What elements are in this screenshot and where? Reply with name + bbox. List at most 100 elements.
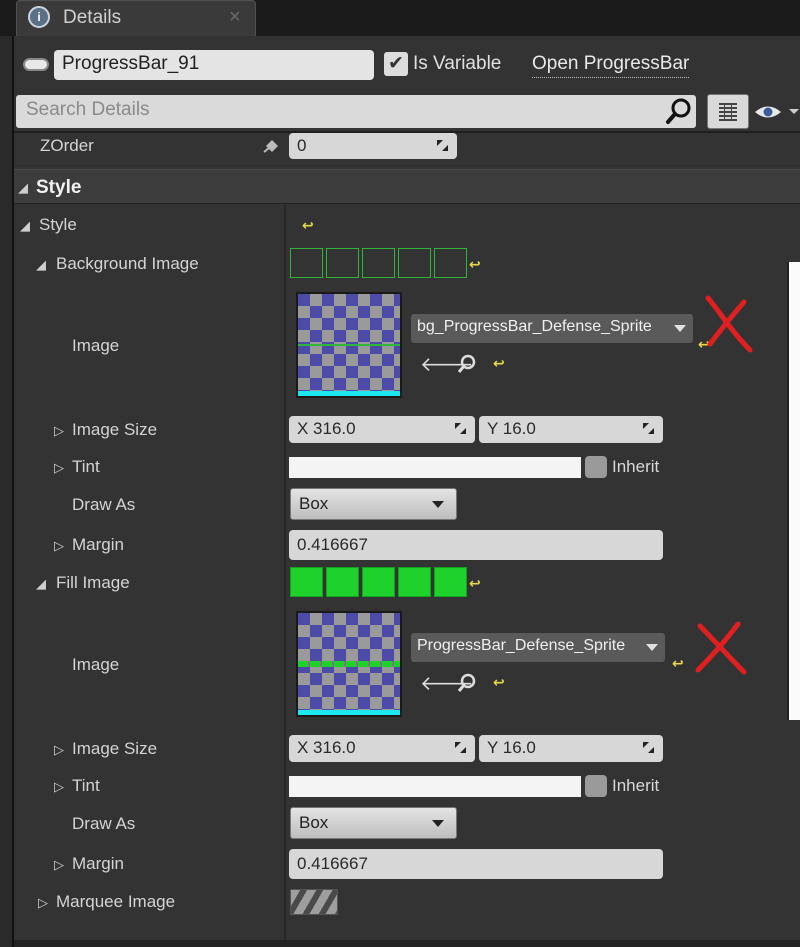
tab-details[interactable]: i Details × <box>16 0 256 36</box>
fill-size-y-value: Y 16.0 <box>487 738 536 757</box>
resize-arrow-icon <box>455 742 466 753</box>
browse-search-icon[interactable] <box>457 354 477 374</box>
browse-search-icon[interactable] <box>457 673 477 693</box>
fill-asset-dropdown[interactable]: ProgressBar_Defense_Sprite <box>411 633 665 662</box>
reset-to-default-icon[interactable]: ↩ <box>672 655 684 672</box>
divider <box>14 165 800 166</box>
is-variable-checkbox[interactable]: ✔ <box>384 52 408 76</box>
bg-image-size-label: Image Size <box>72 420 158 439</box>
column-separator[interactable] <box>284 205 286 941</box>
reset-to-default-icon[interactable]: ↩ <box>469 256 481 273</box>
bg-inherit-checkbox[interactable] <box>585 456 607 478</box>
fill-tile-preview[interactable] <box>290 567 467 597</box>
fill-image-size-label: Image Size <box>72 739 158 758</box>
collapse-triangle-icon[interactable]: ◢ <box>36 576 46 592</box>
section-title: Style <box>36 177 82 198</box>
tile <box>398 567 431 597</box>
bg-size-y-value: Y 16.0 <box>487 419 536 438</box>
zorder-field[interactable]: 0 <box>289 133 457 159</box>
fill-margin-label: Margin <box>72 854 124 873</box>
fill-size-x-value: X 316.0 <box>297 738 356 757</box>
collapse-triangle-icon[interactable]: ◢ <box>18 180 28 196</box>
chevron-down-icon <box>432 820 444 827</box>
fill-image-thumbnail[interactable] <box>296 611 402 717</box>
open-progressbar-link[interactable]: Open ProgressBar <box>532 53 690 78</box>
resize-arrow-icon <box>643 742 654 753</box>
bg-asset-name: bg_ProgressBar_Defense_Sprite <box>417 318 652 335</box>
fill-tint-color-swatch[interactable] <box>289 776 581 797</box>
search-input[interactable]: Search Details <box>16 95 696 128</box>
resize-arrow-icon <box>437 140 448 151</box>
bg-draw-as-label: Draw As <box>72 495 136 514</box>
bg-inherit-label: Inherit <box>612 457 660 476</box>
expand-triangle-icon[interactable]: ▷ <box>54 423 64 439</box>
fill-image-label: Fill Image <box>56 573 130 592</box>
bg-size-y-field[interactable]: Y 16.0 <box>479 416 663 443</box>
tile <box>434 567 467 597</box>
tile <box>290 248 323 278</box>
tooltip-edge <box>787 262 800 720</box>
zorder-label: ZOrder <box>40 136 94 155</box>
fill-draw-as-dropdown[interactable]: Box <box>290 807 457 839</box>
reset-to-default-icon[interactable]: ↩ <box>469 575 481 592</box>
fill-size-y-field[interactable]: Y 16.0 <box>479 735 663 762</box>
reset-to-default-icon[interactable]: ↩ <box>493 355 505 372</box>
expand-triangle-icon[interactable]: ▷ <box>54 779 64 795</box>
collapse-triangle-icon[interactable]: ◢ <box>36 257 46 273</box>
background-tile-preview[interactable] <box>290 248 467 278</box>
chevron-down-icon <box>646 644 658 651</box>
tile <box>326 567 359 597</box>
marquee-tile-preview[interactable] <box>290 889 338 915</box>
resize-arrow-icon <box>643 423 654 434</box>
bg-image-thumbnail[interactable] <box>296 292 402 398</box>
bg-margin-label: Margin <box>72 535 124 554</box>
property-matrix-button[interactable] <box>707 94 749 129</box>
fill-draw-as-value: Box <box>299 813 329 832</box>
reset-to-default-icon[interactable]: ↩ <box>493 674 505 691</box>
info-icon: i <box>28 6 50 28</box>
fill-asset-name: ProgressBar_Defense_Sprite <box>417 637 626 654</box>
fill-size-x-field[interactable]: X 316.0 <box>289 735 475 762</box>
expand-triangle-icon[interactable]: ▷ <box>54 538 64 554</box>
tile <box>434 248 467 278</box>
fill-margin-field[interactable]: 0.416667 <box>289 849 663 879</box>
bg-tint-color-swatch[interactable] <box>289 457 581 478</box>
bg-asset-dropdown[interactable]: bg_ProgressBar_Defense_Sprite <box>411 314 693 343</box>
fill-inherit-checkbox[interactable] <box>585 775 607 797</box>
bg-draw-as-dropdown[interactable]: Box <box>290 488 457 520</box>
tile <box>362 248 395 278</box>
bg-size-x-field[interactable]: X 316.0 <box>289 416 475 443</box>
widget-type-icon <box>23 58 49 71</box>
fill-inherit-label: Inherit <box>612 776 660 795</box>
style-section-header[interactable] <box>14 169 800 204</box>
tile <box>398 248 431 278</box>
tile <box>290 567 323 597</box>
expand-triangle-icon[interactable]: ▷ <box>54 742 64 758</box>
eye-icon[interactable] <box>753 101 799 123</box>
expand-triangle-icon[interactable]: ▷ <box>38 895 48 911</box>
bg-draw-as-value: Box <box>299 494 329 513</box>
widget-name-input[interactable]: ProgressBar_91 <box>54 50 374 80</box>
reset-to-default-icon[interactable]: ↩ <box>302 217 314 234</box>
marquee-image-label: Marquee Image <box>56 892 176 911</box>
expand-triangle-icon[interactable]: ▷ <box>54 857 64 873</box>
fill-image-label-row: Image <box>72 655 120 674</box>
bg-tint-label: Tint <box>72 457 100 476</box>
chevron-down-icon <box>674 325 686 332</box>
tile <box>362 567 395 597</box>
tab-title: Details <box>63 7 122 28</box>
expand-triangle-icon[interactable]: ▷ <box>54 460 64 476</box>
bg-size-x-value: X 316.0 <box>297 419 356 438</box>
fill-tint-label: Tint <box>72 776 100 795</box>
chevron-down-icon <box>432 501 444 508</box>
list-view-icon <box>719 103 737 121</box>
bg-margin-field[interactable]: 0.416667 <box>289 530 663 560</box>
bg-image-label: Image <box>72 336 120 355</box>
pin-icon[interactable] <box>262 138 280 154</box>
collapse-triangle-icon[interactable]: ◢ <box>20 218 30 234</box>
red-x-annotation <box>695 621 747 675</box>
panel-bottom-edge <box>14 940 800 947</box>
close-icon[interactable]: × <box>229 6 241 29</box>
search-icon[interactable] <box>665 97 693 125</box>
red-x-annotation <box>705 295 753 353</box>
